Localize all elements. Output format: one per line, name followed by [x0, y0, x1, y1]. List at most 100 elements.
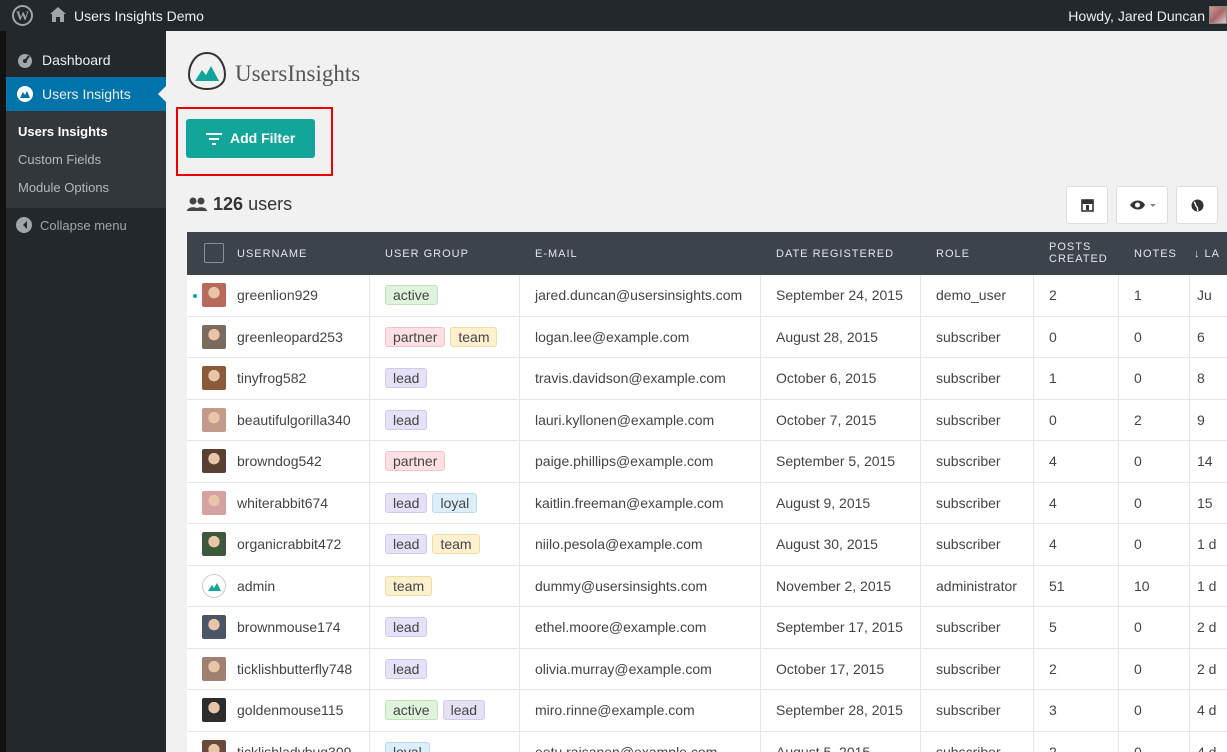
mountain-logo-icon: [208, 582, 221, 591]
notes-cell: 0: [1134, 660, 1142, 677]
group-tag[interactable]: active: [385, 285, 438, 305]
site-name-link[interactable]: Users Insights Demo: [74, 8, 204, 24]
export-button[interactable]: [1066, 186, 1108, 224]
username-link[interactable]: greenleopard253: [237, 329, 343, 345]
role-cell: subscriber: [936, 619, 1001, 635]
wordpress-logo-icon[interactable]: W: [12, 5, 33, 26]
user-avatar[interactable]: [202, 366, 226, 390]
email-cell: travis.davidson@example.com: [535, 370, 726, 386]
email-cell: paige.phillips@example.com: [535, 453, 714, 469]
group-tag[interactable]: loyal: [432, 492, 478, 513]
group-tag[interactable]: lead: [442, 700, 486, 720]
email-cell: dummy@usersinsights.com: [535, 577, 708, 594]
table-row[interactable]: greenlion929 active jared.duncan@usersinsi…: [187, 275, 1227, 317]
column-header-notes[interactable]: NOTES: [1134, 248, 1177, 260]
admin-bar: W Users Insights Demo Howdy, Jared Dunca…: [0, 0, 1227, 31]
posts-created-cell: 0: [1049, 328, 1057, 345]
username-link[interactable]: tinyfrog582: [237, 370, 306, 386]
export-icon: [1081, 199, 1094, 212]
group-tag[interactable]: lead: [385, 368, 428, 388]
user-avatar[interactable]: [202, 615, 226, 639]
username-link[interactable]: browndog542: [237, 453, 322, 469]
user-avatar[interactable]: [202, 449, 226, 473]
username-link[interactable]: greenlion929: [237, 287, 318, 303]
username-link[interactable]: beautifulgorilla340: [237, 412, 351, 428]
role-cell: subscriber: [936, 660, 1001, 677]
column-header-email[interactable]: E-MAIL: [535, 248, 578, 260]
home-icon[interactable]: [50, 7, 66, 22]
last-seen-cell: 15: [1197, 494, 1213, 511]
last-seen-cell: 1 d: [1197, 536, 1217, 552]
date-registered-cell: August 5, 2015: [776, 743, 871, 752]
map-view-button[interactable]: [1176, 186, 1218, 224]
user-avatar[interactable]: [202, 490, 226, 515]
table-row[interactable]: ticklishladybug309 loyal eetu.raisanen@exa…: [187, 732, 1227, 752]
select-all-checkbox[interactable]: [204, 243, 224, 263]
email-cell: jared.duncan@usersinsights.com: [535, 287, 743, 303]
group-tag[interactable]: team: [385, 575, 433, 596]
group-tag[interactable]: team: [450, 326, 498, 347]
last-seen-cell: 4 d: [1197, 743, 1217, 752]
group-tag[interactable]: active: [385, 700, 438, 720]
table-row[interactable]: admin team dummy@usersinsights.com November…: [187, 566, 1227, 607]
sidebar-item-users-insights[interactable]: Users Insights: [6, 77, 166, 111]
submenu-item-custom-fields[interactable]: Custom Fields: [18, 152, 101, 167]
column-header-date-registered[interactable]: DATE REGISTERED: [776, 248, 894, 260]
table-row[interactable]: greenleopard253 partner team logan.lee@exam…: [187, 317, 1227, 358]
username-link[interactable]: organicrabbit472: [237, 536, 341, 552]
user-avatar[interactable]: [202, 573, 226, 598]
last-seen-cell: 14: [1197, 453, 1213, 469]
column-header-username[interactable]: USERNAME: [237, 248, 307, 260]
column-header-role[interactable]: ROLE: [936, 248, 970, 260]
table-row[interactable]: brownmouse174 lead ethel.moore@example.com…: [187, 607, 1227, 649]
table-row[interactable]: tinyfrog582 lead travis.davidson@example.c…: [187, 358, 1227, 400]
column-header-posts-created[interactable]: POSTS CREATED: [1049, 241, 1108, 265]
group-tag[interactable]: team: [432, 534, 480, 554]
user-avatar[interactable]: [202, 656, 226, 681]
group-tag[interactable]: lead: [385, 617, 428, 637]
date-registered-cell: August 30, 2015: [776, 536, 878, 552]
table-row[interactable]: organicrabbit472 lead team niilo.pesola@exa…: [187, 524, 1227, 566]
table-row[interactable]: goldenmouse115 active lead miro.rinne@examp…: [187, 690, 1227, 732]
column-header-last-seen[interactable]: ↓ LA: [1194, 248, 1220, 260]
howdy-user-link[interactable]: Howdy, Jared Duncan: [1068, 8, 1205, 24]
group-tag[interactable]: loyal: [385, 741, 430, 752]
user-avatar[interactable]: [202, 407, 226, 432]
table-row[interactable]: beautifulgorilla340 lead lauri.kyllonen@ex…: [187, 400, 1227, 441]
username-link[interactable]: whiterabbit674: [237, 495, 328, 511]
group-tag[interactable]: lead: [385, 409, 428, 430]
table-row[interactable]: ticklishbutterfly748 lead olivia.murray@ex…: [187, 649, 1227, 690]
user-avatar[interactable]: [202, 698, 226, 722]
group-tag[interactable]: partner: [385, 326, 446, 347]
user-avatar[interactable]: [202, 532, 226, 556]
group-tag[interactable]: lead: [385, 658, 428, 679]
username-link[interactable]: ticklishladybug309: [237, 744, 351, 752]
date-registered-cell: August 28, 2015: [776, 328, 878, 345]
admin-avatar[interactable]: [1209, 6, 1227, 24]
date-registered-cell: August 9, 2015: [776, 494, 871, 511]
add-filter-button[interactable]: Add Filter: [186, 119, 315, 158]
column-visibility-button[interactable]: [1116, 186, 1168, 224]
username-link[interactable]: ticklishbutterfly748: [237, 661, 352, 677]
column-header-user-group[interactable]: USER GROUP: [385, 248, 469, 260]
user-avatar[interactable]: [202, 324, 226, 349]
submenu-item-module-options[interactable]: Module Options: [18, 180, 109, 195]
username-link[interactable]: admin: [237, 578, 275, 594]
user-groups: lead loyal: [385, 492, 482, 515]
sidebar-item-dashboard[interactable]: Dashboard: [6, 43, 166, 77]
submenu-item-users-insights[interactable]: Users Insights: [18, 124, 108, 139]
date-registered-cell: September 17, 2015: [776, 619, 903, 635]
username-link[interactable]: brownmouse174: [237, 619, 341, 635]
group-tag[interactable]: lead: [385, 492, 428, 513]
username-link[interactable]: goldenmouse115: [237, 702, 343, 718]
user-avatar[interactable]: [202, 283, 226, 307]
user-groups: active lead: [385, 700, 490, 722]
group-tag[interactable]: lead: [385, 534, 428, 554]
table-row[interactable]: browndog542 partner paige.phillips@example…: [187, 441, 1227, 483]
collapse-menu-button[interactable]: Collapse menu: [16, 217, 127, 233]
table-row[interactable]: whiterabbit674 lead loyal kaitlin.freeman@e…: [187, 483, 1227, 524]
last-seen-cell: 8: [1197, 370, 1205, 386]
logo-text: UsersInsights: [235, 61, 361, 86]
user-avatar[interactable]: [202, 739, 226, 752]
group-tag[interactable]: partner: [385, 451, 446, 471]
